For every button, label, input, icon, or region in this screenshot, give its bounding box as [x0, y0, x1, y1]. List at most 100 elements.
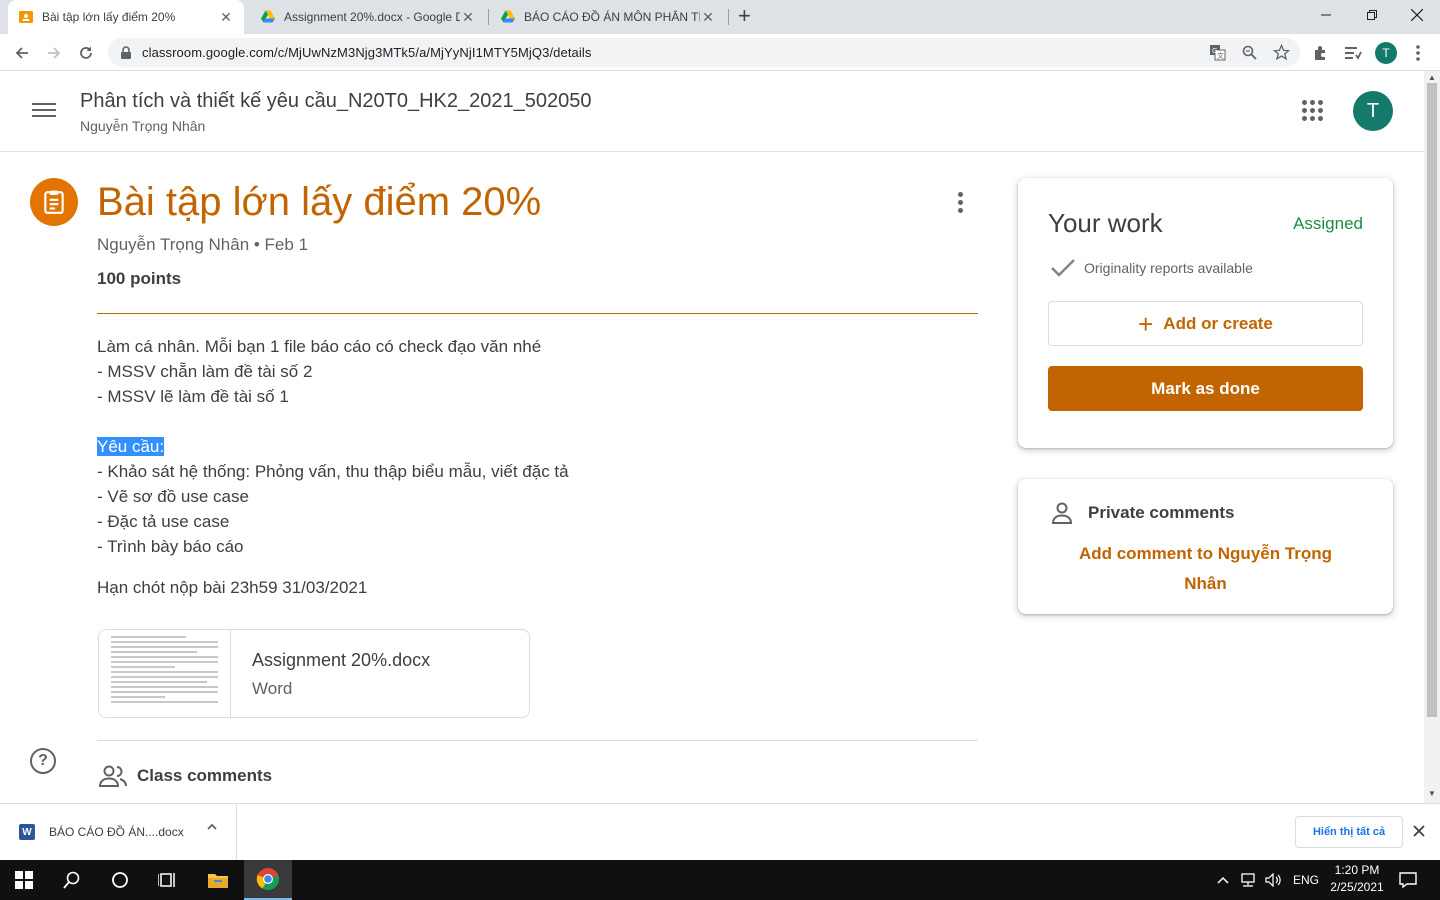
people-icon	[98, 765, 127, 787]
translate-icon[interactable]: G文	[1209, 44, 1226, 61]
class-teacher: Nguyễn Trọng Nhân	[80, 118, 206, 134]
class-comments-heading: Class comments	[137, 766, 273, 785]
new-tab-button[interactable]: +	[738, 5, 751, 27]
add-private-comment-link[interactable]: Add comment to Nguyễn Trọng Nhân	[1058, 539, 1353, 599]
description-line: - Trình bày báo cáo	[97, 537, 244, 556]
description-line: Yêu cầu:	[97, 434, 977, 459]
zoom-icon[interactable]	[1242, 45, 1257, 60]
divider	[97, 313, 978, 314]
assignment-title: Bài tập lớn lấy điểm 20%	[97, 180, 542, 224]
start-button[interactable]	[0, 860, 48, 900]
chevron-up-icon[interactable]	[206, 821, 218, 833]
tab-assignment-doc[interactable]: Assignment 20%.docx - Google D ✕	[250, 0, 486, 34]
originality-text: Originality reports available	[1084, 260, 1253, 276]
close-download-bar-icon[interactable]	[1413, 825, 1425, 837]
reload-button[interactable]	[74, 41, 98, 65]
description-line: - MSSV chẵn làm đề tài số 2	[97, 362, 313, 381]
restore-button[interactable]	[1349, 0, 1395, 30]
back-button[interactable]	[10, 41, 34, 65]
description-line: Làm cá nhân. Mỗi bạn 1 file báo cáo có c…	[97, 337, 542, 356]
task-view-icon	[158, 873, 175, 887]
svg-text:文: 文	[1217, 51, 1224, 60]
attachment-card[interactable]: Assignment 20%.docx Word	[98, 629, 530, 718]
browser-menu-button[interactable]	[1410, 44, 1426, 62]
search-icon	[63, 871, 80, 889]
back-arrow-icon	[15, 47, 28, 59]
input-language[interactable]: ENG	[1293, 873, 1319, 887]
close-icon	[1411, 9, 1423, 21]
page-scrollbar[interactable]: ▲ ▼	[1424, 71, 1440, 803]
hamburger-menu-icon[interactable]	[32, 99, 56, 123]
status-badge: Assigned	[1293, 214, 1363, 233]
reload-icon	[80, 46, 92, 59]
network-icon[interactable]	[1239, 873, 1257, 887]
tab-title: BÁO CÁO ĐỒ ÁN MÔN PHÂN TÍ	[524, 10, 700, 24]
lock-icon[interactable]	[120, 46, 132, 60]
notifications-button[interactable]	[1384, 860, 1432, 900]
your-work-title: Your work	[1048, 208, 1163, 238]
description-line: - Đặc tả use case	[97, 512, 230, 531]
task-view-button[interactable]	[144, 860, 192, 900]
word-file-icon: W	[19, 824, 35, 840]
cortana-button[interactable]	[96, 860, 144, 900]
clipboard-icon	[44, 190, 64, 214]
classroom-header: Phân tích và thiết kế yêu cầu_N20T0_HK2_…	[0, 71, 1424, 152]
divider	[97, 740, 978, 741]
folder-icon	[208, 874, 228, 888]
chevron-up-icon[interactable]	[1217, 875, 1229, 885]
scroll-up-icon[interactable]: ▲	[1428, 73, 1436, 82]
check-icon	[1051, 259, 1075, 277]
help-icon[interactable]: ?	[30, 748, 56, 774]
class-title[interactable]: Phân tích và thiết kế yêu cầu_N20T0_HK2_…	[80, 90, 591, 113]
tab-report-doc[interactable]: BÁO CÁO ĐỒ ÁN MÔN PHÂN TÍ ✕	[490, 0, 726, 34]
private-comments-title: Private comments	[1088, 503, 1235, 522]
search-button[interactable]	[48, 860, 96, 900]
account-avatar[interactable]: T	[1353, 91, 1393, 131]
classroom-icon	[19, 11, 33, 23]
chrome-icon	[256, 868, 280, 891]
your-work-card: Your work Assigned Originality reports a…	[1018, 178, 1393, 448]
google-apps-icon[interactable]	[1302, 100, 1324, 122]
browser-tab-strip: Bài tập lớn lấy điểm 20% ✕ Assignment 20…	[0, 0, 1440, 34]
reading-list-icon[interactable]	[1344, 45, 1362, 61]
close-tab-icon[interactable]: ✕	[700, 9, 716, 26]
kebab-menu-icon	[1416, 45, 1420, 61]
deadline-line: Hạn chót nộp bài 23h59 31/03/2021	[97, 578, 368, 597]
tab-title: Assignment 20%.docx - Google D	[284, 10, 460, 24]
document-thumbnail	[99, 630, 231, 717]
minimize-icon	[1321, 14, 1331, 16]
chrome-taskbar-button[interactable]	[244, 860, 292, 900]
tab-separator	[728, 9, 729, 25]
restore-icon	[1367, 10, 1377, 20]
windows-logo-icon	[15, 871, 33, 889]
volume-icon[interactable]	[1265, 873, 1283, 887]
extensions-icon[interactable]	[1312, 44, 1330, 62]
clock-date: 2/25/2021	[1330, 880, 1384, 894]
forward-button[interactable]	[42, 41, 66, 65]
mark-as-done-button[interactable]: Mark as done	[1048, 366, 1363, 411]
more-options-icon[interactable]	[958, 192, 968, 216]
show-all-button[interactable]: Hiển thị tất cả	[1295, 816, 1403, 848]
tab-separator	[488, 9, 489, 25]
address-bar[interactable]: classroom.google.com/c/MjUwNzM3Njg3MTk5/…	[108, 38, 1300, 67]
scroll-thumb[interactable]	[1427, 83, 1437, 717]
download-item[interactable]: W BÁO CÁO ĐỒ ÁN....docx	[0, 804, 237, 861]
assignment-page: Bài tập lớn lấy điểm 20% Nguyễn Trọng Nh…	[0, 152, 1424, 803]
assignment-description: Làm cá nhân. Mỗi bạn 1 file báo cáo có c…	[97, 334, 977, 600]
minimize-button[interactable]	[1303, 0, 1349, 30]
file-explorer-button[interactable]	[194, 860, 242, 900]
assignment-points: 100 points	[97, 269, 182, 288]
bookmark-star-icon[interactable]	[1273, 44, 1290, 61]
tab-title: Bài tập lớn lấy điểm 20%	[42, 10, 176, 24]
profile-avatar[interactable]: T	[1375, 42, 1397, 64]
browser-toolbar: classroom.google.com/c/MjUwNzM3Njg3MTk5/…	[0, 34, 1440, 71]
close-window-button[interactable]	[1394, 0, 1440, 30]
tab-classroom[interactable]: Bài tập lớn lấy điểm 20% ✕	[8, 0, 244, 34]
clock[interactable]: 1:20 PM 2/25/2021	[1322, 862, 1392, 896]
description-line: - Vẽ sơ đồ use case	[97, 487, 249, 506]
add-or-create-button[interactable]: + Add or create	[1048, 301, 1363, 346]
close-tab-icon[interactable]: ✕	[460, 9, 476, 26]
close-tab-icon[interactable]: ✕	[218, 9, 234, 26]
drive-icon	[501, 10, 515, 23]
scroll-down-icon[interactable]: ▼	[1428, 789, 1436, 798]
